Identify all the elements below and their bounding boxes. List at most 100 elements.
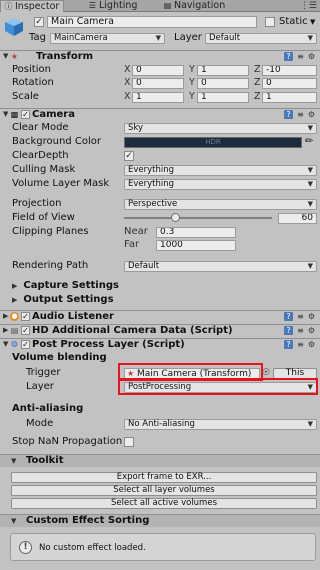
help-book-icon[interactable]: ? — [284, 110, 293, 119]
no-custom-effect-text: No custom effect loaded. — [39, 543, 146, 553]
preset-icon[interactable]: ≡ — [295, 52, 306, 62]
y-axis-label[interactable]: Y — [189, 91, 195, 103]
help-book-icon[interactable]: ? — [284, 340, 293, 349]
tab-navigation[interactable]: ▤ Navigation — [160, 0, 240, 12]
near-label[interactable]: Near — [124, 226, 148, 238]
culling-mask-dropdown[interactable]: Everything ▼ — [124, 165, 317, 176]
clipping-planes-label: Clipping Planes — [12, 226, 89, 237]
position-y-field[interactable]: 1 — [197, 65, 249, 76]
foldout-arrow-icon[interactable]: ▼ — [3, 109, 8, 120]
foldout-right-icon[interactable]: ▶ — [3, 311, 8, 322]
x-axis-label[interactable]: X — [124, 77, 131, 89]
help-book-icon[interactable]: ? — [284, 52, 293, 61]
transform-header[interactable]: ▼ ★ Transform ? ≡ ⚙ — [0, 50, 320, 62]
settings-gear-icon[interactable]: ⚙ — [306, 312, 317, 322]
tag-dropdown[interactable]: MainCamera ▼ — [50, 33, 165, 44]
rotation-y-field[interactable]: 0 — [197, 78, 249, 89]
export-frame-button[interactable]: Export frame to EXR... — [11, 472, 317, 483]
rendering-path-dropdown[interactable]: Default ▼ — [124, 261, 317, 272]
y-axis-label[interactable]: Y — [189, 77, 195, 89]
foldout-arrow-icon[interactable]: ▼ — [3, 51, 8, 62]
help-book-icon[interactable]: ? — [284, 326, 293, 335]
stop-nan-label: Stop NaN Propagation — [12, 436, 123, 447]
select-all-active-volumes-button[interactable]: Select all active volumes — [11, 498, 317, 509]
output-settings-foldout[interactable]: ▶ Output Settings — [12, 294, 114, 306]
settings-gear-icon[interactable]: ⚙ — [306, 110, 317, 120]
toolkit-section[interactable]: ▼ Toolkit — [0, 454, 320, 467]
foldout-right-icon: ▶ — [12, 282, 18, 290]
hd-camera-enabled-checkbox[interactable]: ✓ — [21, 326, 30, 335]
volume-layer-mask-value: Everything — [128, 179, 175, 189]
tab-menu-icon[interactable]: ⋮☰ — [300, 0, 317, 12]
clear-depth-checkbox[interactable]: ✓ — [124, 151, 134, 161]
rotation-x-field[interactable]: 0 — [132, 78, 184, 89]
far-field[interactable]: 1000 — [156, 240, 236, 251]
clear-mode-row: Clear Mode Sky ▼ — [0, 122, 320, 134]
hd-camera-header[interactable]: ▶ ▤ ✓ HD Additional Camera Data (Script)… — [0, 324, 320, 336]
near-field[interactable]: 0.3 — [156, 227, 236, 238]
capture-settings-foldout[interactable]: ▶ Capture Settings — [12, 280, 119, 292]
stop-nan-row: Stop NaN Propagation — [0, 436, 320, 448]
preset-icon[interactable]: ≡ — [295, 312, 306, 322]
rotation-z-field[interactable]: 0 — [262, 78, 317, 89]
select-all-layer-volumes-button[interactable]: Select all layer volumes — [11, 485, 317, 496]
chevron-down-icon: ▼ — [307, 420, 313, 428]
preset-icon[interactable]: ≡ — [295, 110, 306, 120]
post-process-header[interactable]: ▼ ❂ ✓ Post Process Layer (Script) ? ≡ ⚙ — [0, 338, 320, 350]
static-dropdown-arrow[interactable]: ▼ — [310, 16, 315, 28]
post-process-enabled-checkbox[interactable]: ✓ — [21, 340, 30, 349]
transform-position-row: Position X 0 Y 1 Z -10 — [0, 64, 320, 76]
gameobject-name-field[interactable]: Main Camera — [47, 16, 257, 28]
x-axis-label[interactable]: X — [124, 91, 131, 103]
post-process-icon: ❂ — [11, 340, 18, 349]
stop-nan-checkbox[interactable] — [124, 437, 134, 447]
settings-gear-icon[interactable]: ⚙ — [306, 326, 317, 336]
trigger-label: Trigger — [26, 367, 61, 378]
scale-z-field[interactable]: 1 — [262, 92, 317, 103]
z-axis-label[interactable]: Z — [254, 77, 261, 89]
settings-gear-icon[interactable]: ⚙ — [306, 340, 317, 350]
settings-gear-icon[interactable]: ⚙ — [306, 52, 317, 62]
preset-icon[interactable]: ≡ — [295, 340, 306, 350]
foldout-right-icon[interactable]: ▶ — [3, 325, 8, 336]
scale-x-field[interactable]: 1 — [132, 92, 184, 103]
clear-mode-dropdown[interactable]: Sky ▼ — [124, 123, 317, 134]
background-color-label: Background Color — [12, 136, 101, 147]
audio-listener-enabled-checkbox[interactable]: ✓ — [21, 312, 30, 321]
z-axis-label[interactable]: Z — [254, 91, 261, 103]
z-axis-label[interactable]: Z — [254, 64, 261, 76]
static-checkbox[interactable] — [265, 17, 275, 27]
projection-dropdown[interactable]: Perspective ▼ — [124, 199, 317, 210]
fov-label: Field of View — [12, 212, 75, 223]
help-book-icon[interactable]: ? — [284, 312, 293, 321]
volume-layer-mask-label: Volume Layer Mask — [12, 178, 110, 189]
aa-mode-dropdown[interactable]: No Anti-aliasing ▼ — [124, 419, 317, 430]
camera-enabled-checkbox[interactable]: ✓ — [21, 110, 30, 119]
custom-effect-sorting-section[interactable]: ▼ Custom Effect Sorting — [0, 514, 320, 527]
x-axis-label[interactable]: X — [124, 64, 131, 76]
culling-mask-row: Culling Mask Everything ▼ — [0, 164, 320, 176]
fov-field[interactable]: 60 — [278, 213, 317, 224]
eyedropper-icon[interactable]: ✏ — [305, 136, 313, 148]
aa-mode-value: No Anti-aliasing — [128, 419, 195, 429]
scale-y-field[interactable]: 1 — [197, 92, 249, 103]
fov-slider-thumb[interactable] — [171, 213, 180, 222]
tab-inspector[interactable]: ⓘ Inspector — [0, 0, 64, 12]
position-z-field[interactable]: -10 — [262, 65, 317, 76]
background-color-swatch[interactable]: HDR — [124, 137, 302, 148]
clipping-near-row: Clipping Planes Near 0.3 — [0, 226, 320, 238]
audio-listener-title: Audio Listener — [32, 311, 114, 322]
audio-listener-header[interactable]: ▶ ● ✓ Audio Listener ? ≡ ⚙ — [0, 310, 320, 322]
position-x-field[interactable]: 0 — [132, 65, 184, 76]
fov-slider-track[interactable] — [124, 217, 272, 219]
far-label[interactable]: Far — [124, 239, 139, 251]
camera-header[interactable]: ▼ ▩ ✓ Camera ? ≡ ⚙ — [0, 108, 320, 120]
layer-dropdown[interactable]: Default ▼ — [205, 33, 317, 44]
preset-icon[interactable]: ≡ — [295, 326, 306, 336]
tab-lighting[interactable]: ☰ Lighting — [85, 0, 155, 12]
y-axis-label[interactable]: Y — [189, 64, 195, 76]
gameobject-active-checkbox[interactable]: ✓ — [34, 17, 44, 27]
position-label: Position — [12, 64, 51, 75]
volume-layer-mask-dropdown[interactable]: Everything ▼ — [124, 179, 317, 190]
foldout-arrow-icon[interactable]: ▼ — [3, 339, 8, 350]
